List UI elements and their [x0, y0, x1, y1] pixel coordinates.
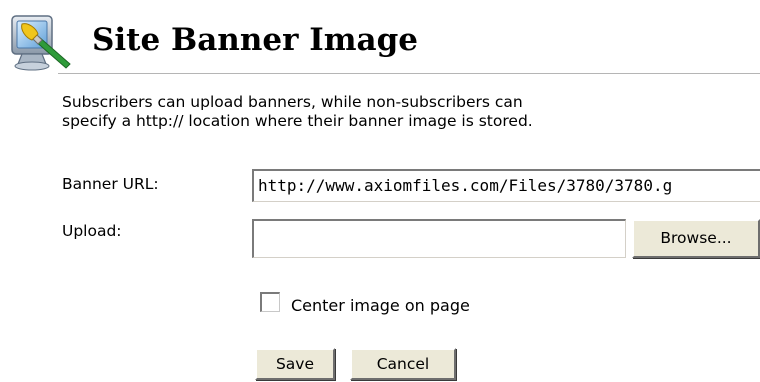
banner-url-label: Banner URL: — [62, 175, 159, 193]
description-line-1: Subscribers can upload banners, while no… — [62, 93, 523, 111]
cancel-button[interactable]: Cancel — [350, 348, 456, 380]
header-divider — [58, 73, 760, 74]
browse-button[interactable]: Browse... — [632, 219, 760, 258]
center-image-checkbox[interactable] — [260, 292, 280, 312]
save-button[interactable]: Save — [255, 348, 335, 380]
page-title: Site Banner Image — [92, 22, 418, 58]
banner-url-input[interactable]: http://www.axiomfiles.com/Files/3780/378… — [252, 169, 760, 202]
description-line-2: specify a http:// location where their b… — [62, 112, 533, 130]
center-image-label[interactable]: Center image on page — [291, 296, 470, 316]
description: Subscribers can upload banners, while no… — [62, 93, 752, 131]
monitor-brush-icon — [8, 10, 78, 80]
upload-file-input[interactable] — [252, 219, 626, 258]
upload-label: Upload: — [62, 222, 122, 240]
